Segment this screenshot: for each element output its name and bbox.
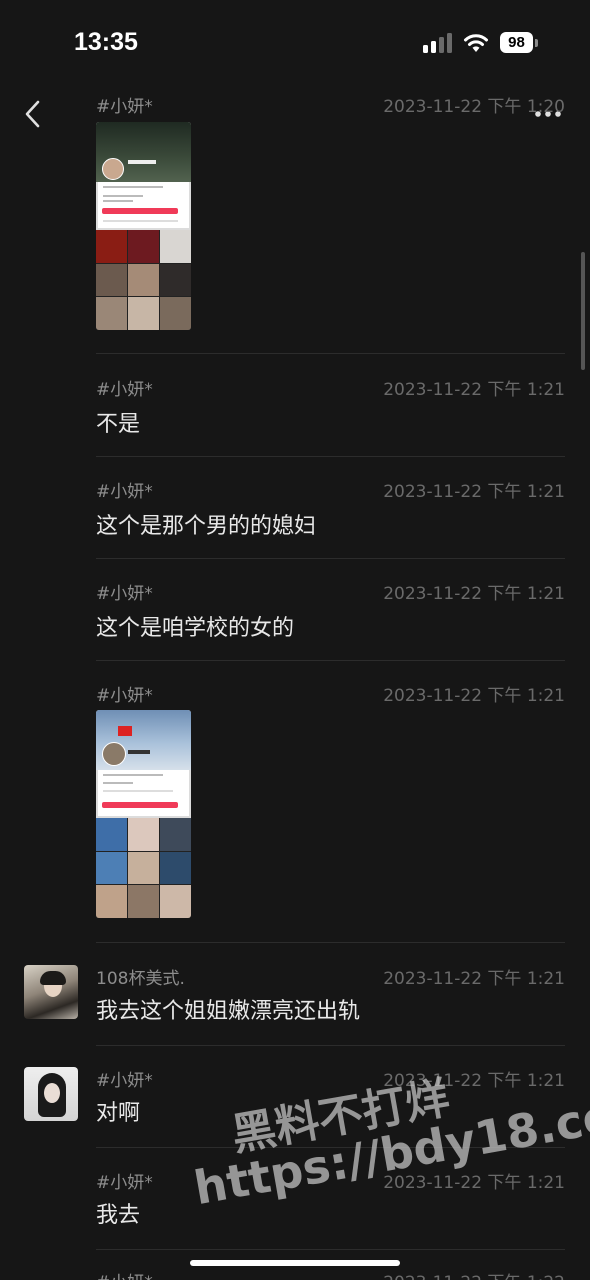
message-time: 2023-11-22 下午 1:21 (383, 969, 565, 989)
sender-name: #小妍* (96, 1071, 153, 1091)
sender-name: #小妍* (96, 380, 153, 400)
message-image-thumbnail[interactable] (96, 122, 191, 330)
wifi-icon (464, 34, 488, 52)
message-item: #小妍* 2023-11-22 下午 1:21 这个是咱学校的女的 (0, 577, 590, 661)
battery-level: 98 (500, 32, 533, 53)
message-time: 2023-11-22 下午 1:21 (383, 1173, 565, 1193)
sender-name: #小妍* (96, 584, 153, 604)
message-time: 2023-11-22 下午 1:21 (383, 380, 565, 400)
message-item: #小妍* 2023-11-22 下午 1:21 我去 (0, 1166, 590, 1250)
message-text: 不是 (96, 412, 141, 437)
divider (96, 558, 565, 559)
message-item: #小妍* 2023-11-22 下午 1:20 (0, 90, 590, 354)
sender-name: #小妍* (96, 1173, 153, 1193)
message-time: 2023-11-22 下午 1:21 (383, 482, 565, 502)
status-bar: 13:35 98 (0, 0, 590, 90)
message-time: 2023-11-22 下午 1:21 (383, 686, 565, 706)
message-text: 对啊 (96, 1101, 141, 1126)
chat-history-screen: 13:35 98 #小妍* 2023-11-22 下午 1:20 #小妍* 20… (0, 0, 590, 1280)
message-text: 这个是咱学校的女的 (96, 616, 295, 641)
message-item: #小妍* 2023-11-22 下午 1:21 对啊 (0, 1064, 590, 1148)
signal-icon (423, 33, 453, 53)
sender-name: #小妍* (96, 1268, 153, 1280)
divider (96, 1045, 565, 1046)
status-time: 13:35 (74, 28, 138, 56)
message-item: #小妍* 2023-11-22 下午 1:21 不是 (0, 373, 590, 457)
scrollbar[interactable] (581, 252, 585, 370)
message-time: 2023-11-22 下午 1:22 (383, 1268, 565, 1280)
divider (96, 942, 565, 943)
sender-name: #小妍* (96, 97, 153, 117)
message-image-thumbnail[interactable] (96, 710, 191, 918)
divider (96, 1249, 565, 1250)
message-time: 2023-11-22 下午 1:20 (383, 97, 565, 117)
message-text: 我去 (96, 1203, 141, 1228)
message-time: 2023-11-22 下午 1:21 (383, 584, 565, 604)
divider (96, 353, 565, 354)
divider (96, 456, 565, 457)
message-item: 108杯美式. 2023-11-22 下午 1:21 我去这个姐姐嫩漂亮还出轨 (0, 962, 590, 1046)
message-item: #小妍* 2023-11-22 下午 1:22 (0, 1266, 590, 1280)
avatar[interactable] (24, 1067, 78, 1121)
sender-name: #小妍* (96, 482, 153, 502)
home-indicator[interactable] (190, 1260, 400, 1266)
battery-icon: 98 (500, 32, 538, 54)
message-item: #小妍* 2023-11-22 下午 1:21 这个是那个男的的媳妇 (0, 475, 590, 559)
message-item: #小妍* 2023-11-22 下午 1:21 (0, 679, 590, 944)
sender-name: #小妍* (96, 686, 153, 706)
avatar[interactable] (24, 965, 78, 1019)
divider (96, 660, 565, 661)
message-text: 这个是那个男的的媳妇 (96, 514, 317, 539)
message-text: 我去这个姐姐嫩漂亮还出轨 (96, 999, 361, 1024)
sender-name: 108杯美式. (96, 969, 185, 989)
message-time: 2023-11-22 下午 1:21 (383, 1071, 565, 1091)
divider (96, 1147, 565, 1148)
